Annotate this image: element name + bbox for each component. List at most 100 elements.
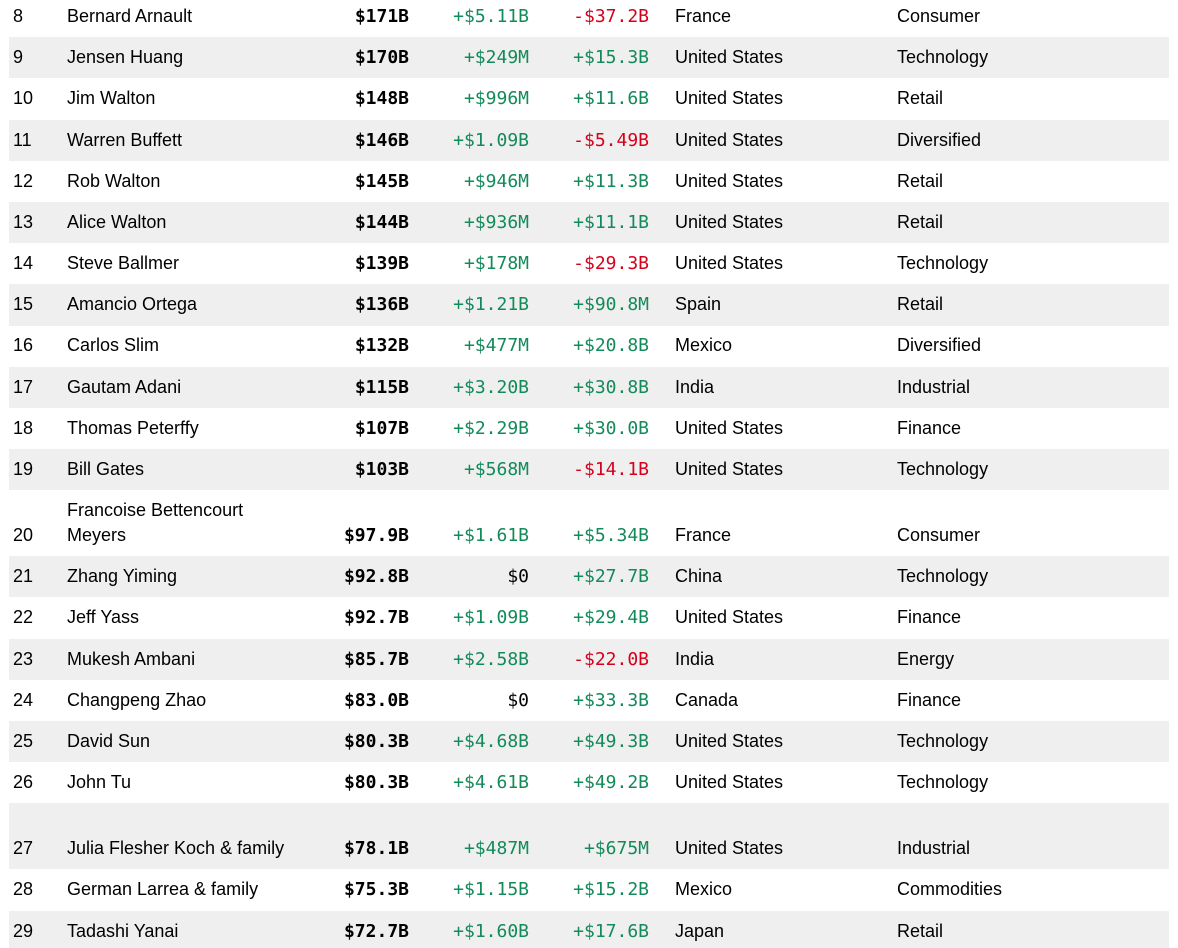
cell-name[interactable]: Amancio Ortega bbox=[67, 284, 297, 325]
cell-change: $0 bbox=[507, 689, 529, 711]
cell-change: +$4.61B bbox=[453, 772, 529, 794]
cell-country: United States bbox=[675, 417, 784, 438]
cell-name[interactable]: Alice Walton bbox=[67, 202, 297, 243]
cell-ytd: +$27.7B bbox=[573, 566, 649, 588]
cell-name[interactable]: Francoise Bettencourt Meyers bbox=[67, 498, 297, 548]
cell-industry: Industrial bbox=[897, 376, 971, 397]
cell-country: India bbox=[675, 376, 715, 397]
cell-ytd: -$37.2B bbox=[573, 5, 649, 27]
table-row[interactable]: 22 Jeff Yass $92.7B +$1.09B +$29.4B United St… bbox=[9, 597, 1169, 638]
cell-rank: 26 bbox=[13, 772, 34, 793]
cell-ytd: +$20.8B bbox=[573, 335, 649, 357]
cell-rank: 8 bbox=[13, 5, 24, 26]
table-row[interactable]: 24 Changpeng Zhao $83.0B $0 +$33.3B Canada Fin… bbox=[9, 680, 1169, 721]
cell-name[interactable]: Tadashi Yanai bbox=[67, 911, 297, 948]
cell-change: +$1.09B bbox=[453, 129, 529, 151]
cell-industry: Energy bbox=[897, 648, 955, 669]
cell-country: United States bbox=[675, 772, 784, 793]
table-row[interactable]: 12 Rob Walton $145B +$946M +$11.3B United Sta… bbox=[9, 161, 1169, 202]
cell-industry: Retail bbox=[897, 920, 944, 941]
cell-name[interactable]: John Tu bbox=[67, 762, 297, 803]
cell-name[interactable]: Julia Flesher Koch & family bbox=[67, 836, 297, 861]
cell-change: $0 bbox=[507, 566, 529, 588]
cell-name[interactable]: Thomas Peterffy bbox=[67, 408, 297, 449]
cell-rank: 28 bbox=[13, 879, 34, 900]
cell-worth: $97.9B bbox=[343, 525, 409, 547]
cell-change: +$5.11B bbox=[453, 5, 529, 27]
cell-worth: $72.7B bbox=[343, 920, 409, 942]
cell-name[interactable]: German Larrea & family bbox=[67, 869, 297, 910]
cell-rank: 10 bbox=[13, 88, 34, 109]
table-row[interactable]: 8 Bernard Arnault $171B +$5.11B -$37.2B Franc… bbox=[9, 0, 1169, 37]
cell-name[interactable]: David Sun bbox=[67, 721, 297, 762]
cell-change: +$249M bbox=[463, 47, 529, 69]
cell-industry: Technology bbox=[897, 730, 989, 751]
table-row[interactable]: 28 German Larrea & family $75.3B +$1.15B +$1… bbox=[9, 869, 1169, 910]
table-row[interactable]: 10 Jim Walton $148B +$996M +$11.6B United Sta… bbox=[9, 78, 1169, 119]
table-row[interactable]: 21 Zhang Yiming $92.8B $0 +$27.7B China Techno… bbox=[9, 556, 1169, 598]
cell-name[interactable]: Jim Walton bbox=[67, 78, 297, 119]
table-row[interactable]: 26 John Tu $80.3B +$4.61B +$49.2B United Stat… bbox=[9, 762, 1169, 803]
table-row[interactable]: 20 Francoise Bettencourt Meyers $97.9B +$1.… bbox=[9, 490, 1169, 556]
cell-industry: Commodities bbox=[897, 879, 1003, 900]
cell-ytd: +$11.3B bbox=[573, 170, 649, 192]
cell-worth: $75.3B bbox=[343, 879, 409, 901]
cell-rank: 27 bbox=[13, 838, 34, 859]
cell-worth: $148B bbox=[354, 88, 409, 110]
cell-name[interactable]: Warren Buffett bbox=[67, 120, 297, 161]
cell-worth: $103B bbox=[354, 459, 409, 481]
cell-country: United States bbox=[675, 211, 784, 232]
cell-worth: $85.7B bbox=[343, 648, 409, 670]
cell-change: +$477M bbox=[463, 335, 529, 357]
cell-country: Mexico bbox=[675, 879, 733, 900]
table-row[interactable]: 18 Thomas Peterffy $107B +$2.29B +$30.0B Unit… bbox=[9, 408, 1169, 449]
cell-country: China bbox=[675, 566, 723, 587]
table-row[interactable]: 16 Carlos Slim $132B +$477M +$20.8B Mexico Div… bbox=[9, 326, 1169, 367]
cell-change: +$4.68B bbox=[453, 730, 529, 752]
table-row[interactable]: 13 Alice Walton $144B +$936M +$11.1B United S… bbox=[9, 201, 1169, 244]
cell-industry: Finance bbox=[897, 417, 962, 438]
table-row[interactable]: 11 Warren Buffett $146B +$1.09B -$5.49B Unite… bbox=[9, 119, 1169, 161]
table-row[interactable]: 9 Jensen Huang $170B +$249M +$15.3B United St… bbox=[9, 37, 1169, 79]
cell-rank: 22 bbox=[13, 607, 34, 628]
cell-country: United States bbox=[675, 88, 784, 109]
cell-name[interactable]: Bernard Arnault bbox=[67, 0, 297, 37]
cell-industry: Finance bbox=[897, 689, 962, 710]
cell-industry: Technology bbox=[897, 47, 989, 68]
cell-worth: $146B bbox=[354, 129, 409, 151]
cell-name[interactable]: Rob Walton bbox=[67, 161, 297, 202]
cell-change: +$487M bbox=[463, 838, 529, 860]
cell-industry: Diversified bbox=[897, 335, 982, 356]
cell-change: +$568M bbox=[463, 459, 529, 481]
cell-name[interactable]: Carlos Slim bbox=[67, 325, 297, 366]
table-row[interactable]: 25 David Sun $80.3B +$4.68B +$49.3B United St… bbox=[9, 721, 1169, 763]
cell-country: United States bbox=[675, 730, 784, 751]
cell-ytd: -$29.3B bbox=[573, 253, 649, 275]
cell-industry: Technology bbox=[897, 253, 989, 274]
cell-rank: 24 bbox=[13, 689, 34, 710]
billionaires-table: 8 Bernard Arnault $171B +$5.11B -$37.2B Franc… bbox=[9, 0, 1169, 948]
cell-country: United States bbox=[675, 170, 784, 191]
cell-name[interactable]: Mukesh Ambani bbox=[67, 639, 297, 680]
cell-change: +$1.15B bbox=[453, 879, 529, 901]
cell-ytd: -$5.49B bbox=[573, 129, 649, 151]
cell-name[interactable]: Jeff Yass bbox=[67, 597, 297, 638]
table-row[interactable]: 29 Tadashi Yanai $72.7B +$1.60B +$17.6B Japan… bbox=[9, 910, 1169, 948]
cell-name[interactable]: Gautam Adani bbox=[67, 367, 297, 408]
cell-worth: $136B bbox=[354, 294, 409, 316]
table-row[interactable]: 23 Mukesh Ambani $85.7B +$2.58B -$22.0B India… bbox=[9, 638, 1169, 680]
cell-ytd: +$90.8M bbox=[573, 294, 649, 316]
cell-industry: Finance bbox=[897, 607, 962, 628]
cell-name[interactable]: Zhang Yiming bbox=[67, 556, 297, 597]
table-row[interactable]: 15 Amancio Ortega $136B +$1.21B +$90.8M Spain… bbox=[9, 284, 1169, 326]
cell-ytd: +$49.2B bbox=[573, 772, 649, 794]
table-row[interactable]: 27 Julia Flesher Koch & family $78.1B +$487… bbox=[9, 803, 1169, 870]
cell-worth: $145B bbox=[354, 170, 409, 192]
table-row[interactable]: 19 Bill Gates $103B +$568M -$14.1B United Sta… bbox=[9, 449, 1169, 491]
cell-name[interactable]: Jensen Huang bbox=[67, 37, 297, 78]
cell-name[interactable]: Changpeng Zhao bbox=[67, 680, 297, 721]
table-row[interactable]: 17 Gautam Adani $115B +$3.20B +$30.8B India In… bbox=[9, 366, 1169, 408]
cell-name[interactable]: Steve Ballmer bbox=[67, 243, 297, 284]
table-row[interactable]: 14 Steve Ballmer $139B +$178M -$29.3B United … bbox=[9, 243, 1169, 284]
cell-name[interactable]: Bill Gates bbox=[67, 449, 297, 490]
